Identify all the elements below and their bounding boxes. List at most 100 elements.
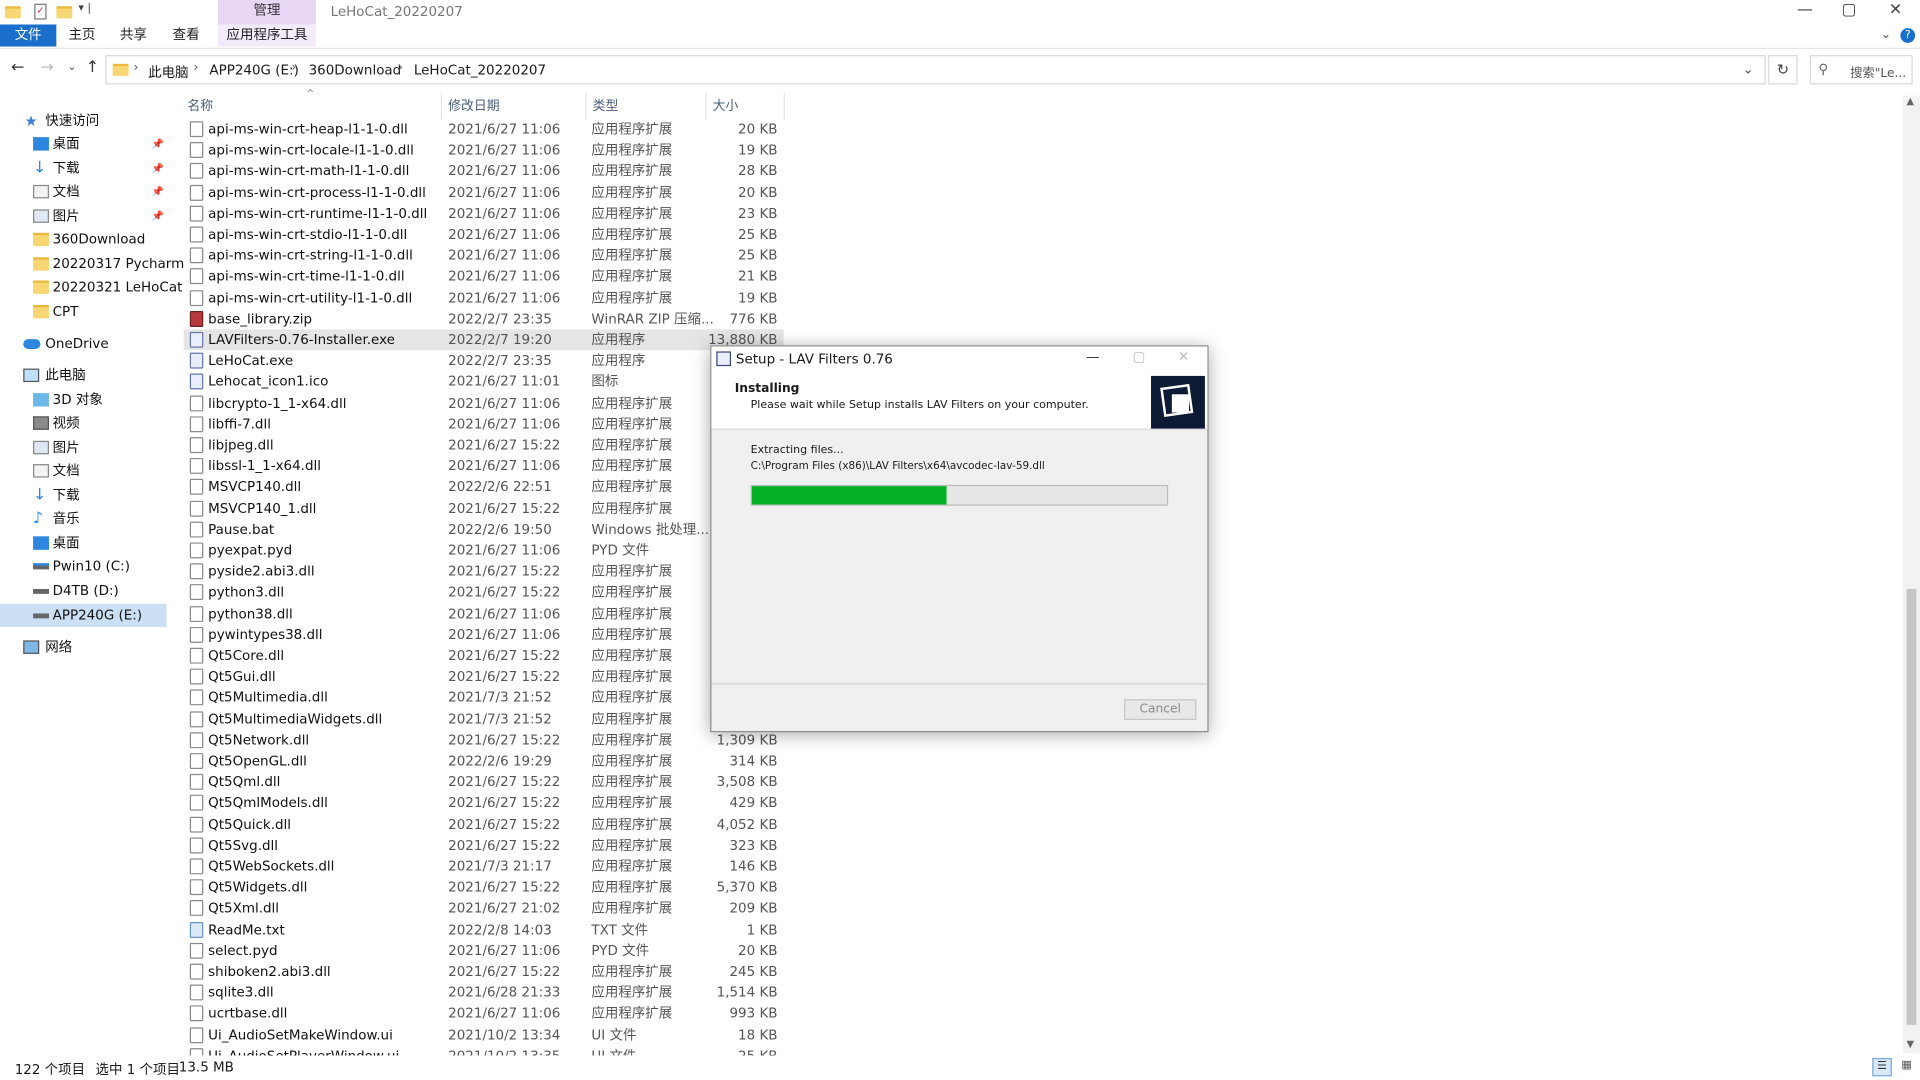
dll-file-icon (189, 226, 204, 243)
file-type: 应用程序扩展 (591, 163, 673, 180)
table-row[interactable]: Qt5Core.dll 2021/6/27 15:22 应用程序扩展 (184, 645, 784, 666)
table-row-selected[interactable]: LAVFilters-0.76-Installer.exe 2022/2/7 19… (183, 329, 784, 351)
file-name: Qt5Qml.dll (208, 774, 281, 791)
dll-file-icon (189, 458, 204, 475)
dialog-minimize-button[interactable]: — (1086, 349, 1099, 365)
table-row[interactable]: LeHoCat.exe 2022/2/7 23:35 应用程序 (184, 350, 784, 371)
table-row[interactable]: ucrtbase.dll 2021/6/27 11:06 应用程序扩展 993 KB (184, 1003, 784, 1024)
table-row[interactable]: MSVCP140_1.dll 2021/6/27 15:22 应用程序扩展 (184, 498, 784, 519)
table-row[interactable]: Qt5Network.dll 2021/6/27 15:22 应用程序扩展 1,309… (184, 730, 784, 751)
table-row[interactable]: base_library.zip 2022/2/7 23:35 WinRAR ZIP… (184, 308, 784, 329)
table-row[interactable]: Qt5Widgets.dll 2021/6/27 15:22 应用程序扩展 5,370… (184, 877, 784, 898)
file-type: 应用程序扩展 (591, 458, 673, 475)
vertical-scrollbar[interactable]: ▲ ▼ (1902, 95, 1920, 1054)
file-type: Windows 批处理... (591, 521, 710, 538)
file-date: 2021/7/3 21:52 (448, 689, 552, 706)
dialog-close-button[interactable]: ✕ (1178, 349, 1189, 365)
details-view-icon[interactable]: ☰ (1872, 1057, 1892, 1077)
table-row[interactable]: python38.dll 2021/6/27 11:06 应用程序扩展 (184, 603, 784, 624)
table-row[interactable]: api-ms-win-crt-math-l1-1-0.dll 2021/6/27 … (184, 161, 784, 182)
table-row[interactable]: libcrypto-1_1-x64.dll 2021/6/27 11:06 应用程序… (184, 393, 784, 414)
table-row[interactable]: api-ms-win-crt-heap-l1-1-0.dll 2021/6/27 … (184, 119, 784, 140)
table-row[interactable]: Qt5Svg.dll 2021/6/27 15:22 应用程序扩展 323 KB (184, 835, 784, 856)
table-row[interactable]: api-ms-win-crt-stdio-l1-1-0.dll 2021/6/27… (184, 224, 784, 245)
table-row[interactable]: Pause.bat 2022/2/6 19:50 Windows 批处理... (184, 519, 784, 540)
table-row[interactable]: MSVCP140.dll 2022/2/6 22:51 应用程序扩展 (184, 477, 784, 498)
scroll-thumb[interactable] (1906, 588, 1917, 1025)
dialog-maximize-button[interactable]: ▢ (1133, 349, 1146, 365)
table-row[interactable]: libssl-1_1-x64.dll 2021/6/27 11:06 应用程序扩展 (184, 456, 784, 477)
cancel-button[interactable]: Cancel (1124, 699, 1197, 721)
dll-file-icon (189, 732, 204, 748)
exe-file-icon (189, 352, 204, 369)
table-row[interactable]: api-ms-win-crt-utility-l1-1-0.dll 2021/6/… (184, 287, 784, 308)
file-type: 应用程序扩展 (591, 984, 673, 1001)
table-row[interactable]: libffi-7.dll 2021/6/27 11:06 应用程序扩展 (184, 414, 784, 435)
dll-file-icon (189, 416, 204, 432)
table-row[interactable]: pyside2.abi3.dll 2021/6/27 15:22 应用程序扩展 (184, 561, 784, 582)
status-bar: 122 个项目 选中 1 个项目 13.5 MB ☰ ▦ (0, 1055, 1920, 1080)
table-row[interactable]: shiboken2.abi3.dll 2021/6/27 15:22 应用程序扩展 2… (184, 961, 784, 982)
file-name: python3.dll (208, 584, 285, 601)
file-date: 2021/6/27 11:06 (448, 395, 561, 411)
table-row[interactable]: ReadMe.txt 2022/2/8 14:03 TXT 文件 1 KB (184, 919, 784, 940)
table-row[interactable]: Qt5Multimedia.dll 2021/7/3 21:52 应用程序扩展 (184, 687, 784, 708)
table-row[interactable]: pywintypes38.dll 2021/6/27 11:06 应用程序扩展 (184, 624, 784, 645)
table-row[interactable]: Qt5WebSockets.dll 2021/7/3 21:17 应用程序扩展 146… (184, 856, 784, 877)
file-date: 2022/2/7 23:35 (448, 352, 552, 369)
table-row[interactable]: Lehocat_icon1.ico 2021/6/27 11:01 图标 (184, 372, 784, 393)
file-type: 应用程序扩展 (591, 437, 673, 454)
progress-status-text: Extracting files... (750, 444, 844, 457)
table-row[interactable]: select.pyd 2021/6/27 11:06 PYD 文件 20 KB (184, 940, 784, 961)
table-row[interactable]: Ui_AudioSetMakeWindow.ui 2021/10/2 13:34 U… (184, 1024, 784, 1045)
file-date: 2021/6/27 11:06 (448, 626, 561, 643)
file-size: 19 KB (738, 142, 778, 159)
table-row[interactable]: Qt5Xml.dll 2021/6/27 21:02 应用程序扩展 209 KB (184, 898, 784, 919)
dll-file-icon (189, 268, 204, 285)
file-name: Qt5Quick.dll (208, 816, 292, 833)
file-date: 2021/6/27 15:22 (448, 774, 561, 791)
table-row[interactable]: Qt5Quick.dll 2021/6/27 15:22 应用程序扩展 4,052 K… (184, 814, 784, 835)
file-name: MSVCP140.dll (208, 479, 302, 496)
scroll-up-icon[interactable]: ▲ (1907, 96, 1915, 107)
file-name: libffi-7.dll (208, 416, 271, 432)
file-size: 1,309 KB (716, 732, 778, 748)
file-date: 2021/7/3 21:52 (448, 710, 552, 727)
file-type: 应用程序扩展 (591, 268, 673, 285)
blank-file-icon (189, 1047, 204, 1056)
file-size: 146 KB (729, 858, 778, 875)
table-row[interactable]: Ui_AudioSetPlayerWindow.ui 2021/10/2 13:3… (184, 1045, 784, 1056)
file-name: Qt5Gui.dll (208, 668, 276, 685)
table-row[interactable]: libjpeg.dll 2021/6/27 15:22 应用程序扩展 (184, 435, 784, 456)
file-name: ucrtbase.dll (208, 1005, 288, 1022)
file-type: 应用程序扩展 (591, 900, 673, 917)
table-row[interactable]: Qt5Gui.dll 2021/6/27 15:22 应用程序扩展 (184, 666, 784, 687)
file-name: api-ms-win-crt-locale-l1-1-0.dll (208, 142, 414, 159)
file-type: 应用程序扩展 (591, 584, 673, 601)
table-row[interactable]: Qt5OpenGL.dll 2022/2/6 19:29 应用程序扩展 314 KB (184, 751, 784, 772)
scroll-down-icon[interactable]: ▼ (1907, 1038, 1915, 1049)
file-type: 应用程序扩展 (591, 732, 673, 748)
file-name: api-ms-win-crt-math-l1-1-0.dll (208, 163, 410, 180)
table-row[interactable]: Qt5MultimediaWidgets.dll 2021/7/3 21:52 应用… (184, 708, 784, 729)
file-date: 2021/6/28 21:33 (448, 984, 561, 1001)
table-row[interactable]: api-ms-win-crt-runtime-l1-1-0.dll 2021/6/… (184, 203, 784, 224)
file-name: api-ms-win-crt-process-l1-1-0.dll (208, 184, 426, 201)
table-row[interactable]: api-ms-win-crt-string-l1-1-0.dll 2021/6/2… (184, 245, 784, 266)
file-date: 2021/6/27 15:22 (448, 668, 561, 685)
table-row[interactable]: sqlite3.dll 2021/6/28 21:33 应用程序扩展 1,514 KB (184, 982, 784, 1003)
file-size: 245 KB (729, 963, 778, 980)
table-row[interactable]: Qt5Qml.dll 2021/6/27 15:22 应用程序扩展 3,508 KB (184, 772, 784, 793)
table-row[interactable]: pyexpat.pyd 2021/6/27 11:06 PYD 文件 (184, 540, 784, 561)
table-row[interactable]: api-ms-win-crt-process-l1-1-0.dll 2021/6/… (184, 182, 784, 203)
table-row[interactable]: api-ms-win-crt-time-l1-1-0.dll 2021/6/27 … (184, 266, 784, 287)
explorer-window: ✓ ▾ | 管理 LeHoCat_20220207 — ▢ ✕ 文件 主页 共享… (0, 0, 1920, 1080)
file-name: shiboken2.abi3.dll (208, 963, 331, 980)
file-name: pywintypes38.dll (208, 626, 323, 643)
table-row[interactable]: api-ms-win-crt-locale-l1-1-0.dll 2021/6/2… (184, 140, 784, 161)
file-date: 2021/6/27 11:06 (448, 121, 561, 138)
table-row[interactable]: Qt5QmlModels.dll 2021/6/27 15:22 应用程序扩展 429… (184, 793, 784, 814)
large-icons-view-icon[interactable]: ▦ (1897, 1058, 1917, 1076)
table-row[interactable]: python3.dll 2021/6/27 15:22 应用程序扩展 (184, 582, 784, 603)
file-name: Qt5WebSockets.dll (208, 858, 335, 875)
